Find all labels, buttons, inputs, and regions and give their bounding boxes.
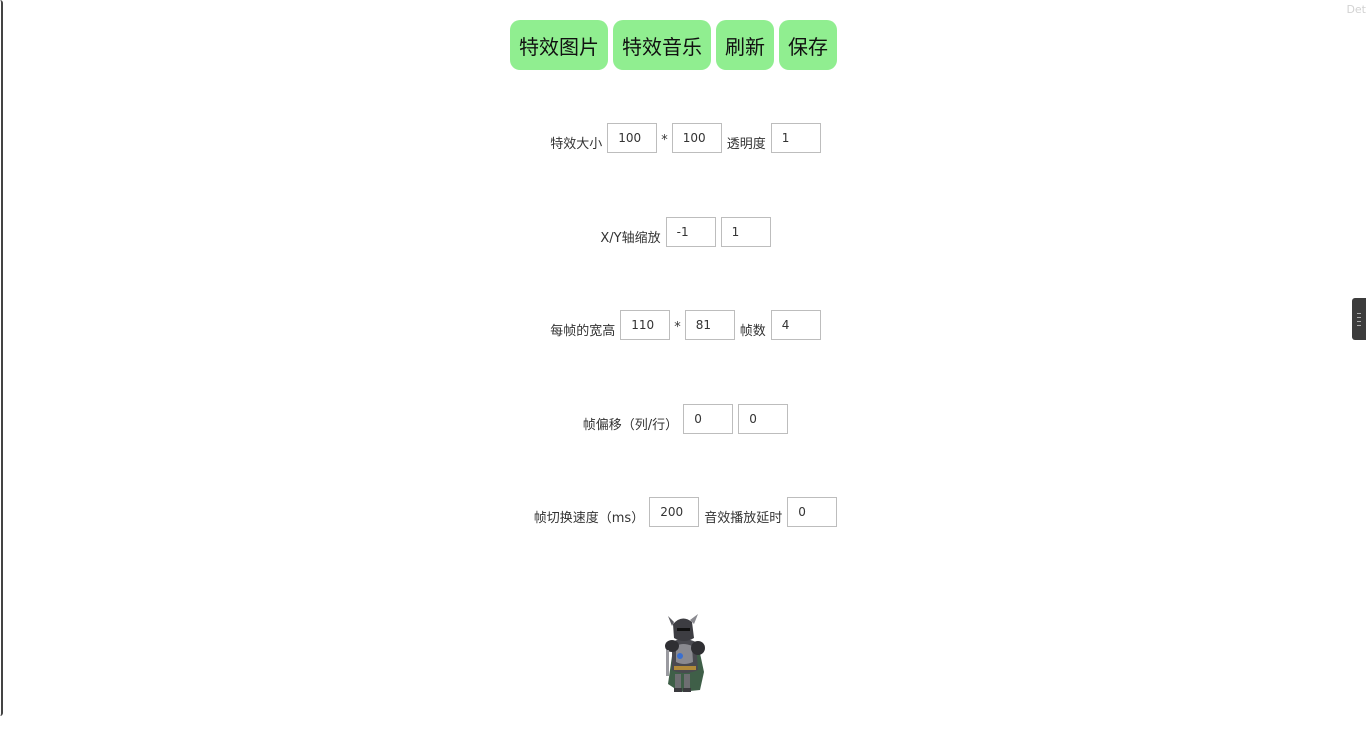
- effect-width-input[interactable]: [607, 123, 658, 153]
- frame-offset-label: 帧偏移（列/行）: [582, 417, 679, 433]
- axis-scale-label: X/Y轴缩放: [600, 230, 661, 246]
- opacity-input[interactable]: [770, 123, 821, 153]
- armored-knight-sprite-icon: [665, 614, 705, 692]
- frame-speed-row: 帧切换速度（ms） 音效播放延时: [0, 497, 1366, 527]
- frame-count-input[interactable]: [770, 310, 821, 340]
- effect-music-button[interactable]: 特效音乐: [613, 20, 711, 70]
- frame-size-row: 每帧的宽高 * 帧数: [0, 310, 1366, 340]
- scale-y-input[interactable]: [720, 217, 771, 247]
- frame-speed-label: 帧切换速度（ms）: [533, 510, 645, 526]
- frame-speed-input[interactable]: [649, 497, 700, 527]
- effect-editor-page: Det 特效图片 特效音乐 刷新 保存 特效大小 * 透明度 X/Y轴缩放 每帧…: [0, 0, 1366, 738]
- refresh-button[interactable]: 刷新: [716, 20, 774, 70]
- scale-x-input[interactable]: [665, 217, 716, 247]
- effect-height-input[interactable]: [671, 123, 722, 153]
- sound-delay-input[interactable]: [787, 497, 838, 527]
- toolbar: 特效图片 特效音乐 刷新 保存: [510, 20, 837, 70]
- save-button[interactable]: 保存: [779, 20, 837, 70]
- effect-size-label: 特效大小: [550, 136, 603, 152]
- frame-count-label: 帧数: [739, 323, 766, 339]
- offset-col-input[interactable]: [683, 404, 734, 434]
- corner-label: Det: [1346, 3, 1366, 16]
- frame-offset-row: 帧偏移（列/行）: [0, 404, 1366, 434]
- sound-delay-label: 音效播放延时: [704, 510, 783, 526]
- frame-height-input[interactable]: [684, 310, 735, 340]
- offset-row-input[interactable]: [738, 404, 789, 434]
- axis-scale-row: X/Y轴缩放: [0, 217, 1366, 247]
- frame-size-separator: *: [674, 319, 681, 335]
- frame-size-label: 每帧的宽高: [550, 323, 616, 339]
- size-separator: *: [661, 132, 668, 148]
- frame-width-input[interactable]: [620, 310, 671, 340]
- opacity-label: 透明度: [726, 136, 766, 152]
- effect-size-row: 特效大小 * 透明度: [0, 123, 1366, 153]
- window-left-edge: [0, 0, 3, 716]
- effect-image-button[interactable]: 特效图片: [510, 20, 608, 70]
